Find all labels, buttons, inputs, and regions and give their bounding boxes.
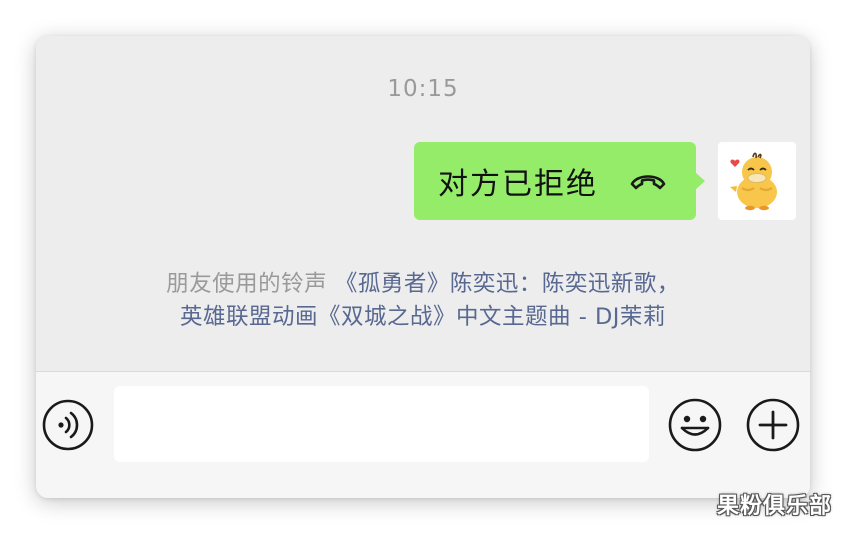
ringtone-song-link[interactable]: 《孤勇者》陈奕迅：陈奕迅新歌， xyxy=(335,271,680,297)
emoji-icon xyxy=(668,398,722,452)
sender-avatar[interactable] xyxy=(718,142,796,220)
ringtone-line-1: 朋友使用的铃声 《孤勇者》陈奕迅：陈奕迅新歌， xyxy=(36,268,810,301)
message-input-bar xyxy=(36,371,810,498)
ringtone-line-2: 英雄联盟动画《双城之战》中文主题曲 - DJ茉莉 xyxy=(36,301,810,334)
call-declined-bubble[interactable]: 对方已拒绝 xyxy=(414,142,705,220)
voice-button[interactable] xyxy=(41,398,95,452)
outgoing-message-row: 对方已拒绝 xyxy=(414,142,796,220)
plus-icon xyxy=(746,398,800,452)
watermark-text: 果粉俱乐部 xyxy=(716,494,832,519)
call-status-text: 对方已拒绝 xyxy=(438,167,598,202)
ringtone-prefix: 朋友使用的铃声 xyxy=(166,271,328,297)
phone-hangup-icon xyxy=(628,169,668,193)
ringtone-song-link-cont[interactable]: 英雄联盟动画《双城之战》中文主题曲 - DJ茉莉 xyxy=(180,304,666,330)
message-text-input[interactable] xyxy=(114,386,649,462)
chat-window: 10:15 对方已拒绝 朋友使用的铃声 《孤勇者》陈奕迅：陈奕迅新歌， 英雄联盟… xyxy=(36,36,810,498)
duck-avatar-icon xyxy=(730,152,777,211)
more-actions-button[interactable] xyxy=(745,397,801,453)
message-timestamp: 10:15 xyxy=(387,76,459,102)
voice-icon xyxy=(42,399,94,451)
friend-ringtone-notice: 朋友使用的铃声 《孤勇者》陈奕迅：陈奕迅新歌， 英雄联盟动画《双城之战》中文主题… xyxy=(36,268,810,334)
emoji-button[interactable] xyxy=(667,397,723,453)
